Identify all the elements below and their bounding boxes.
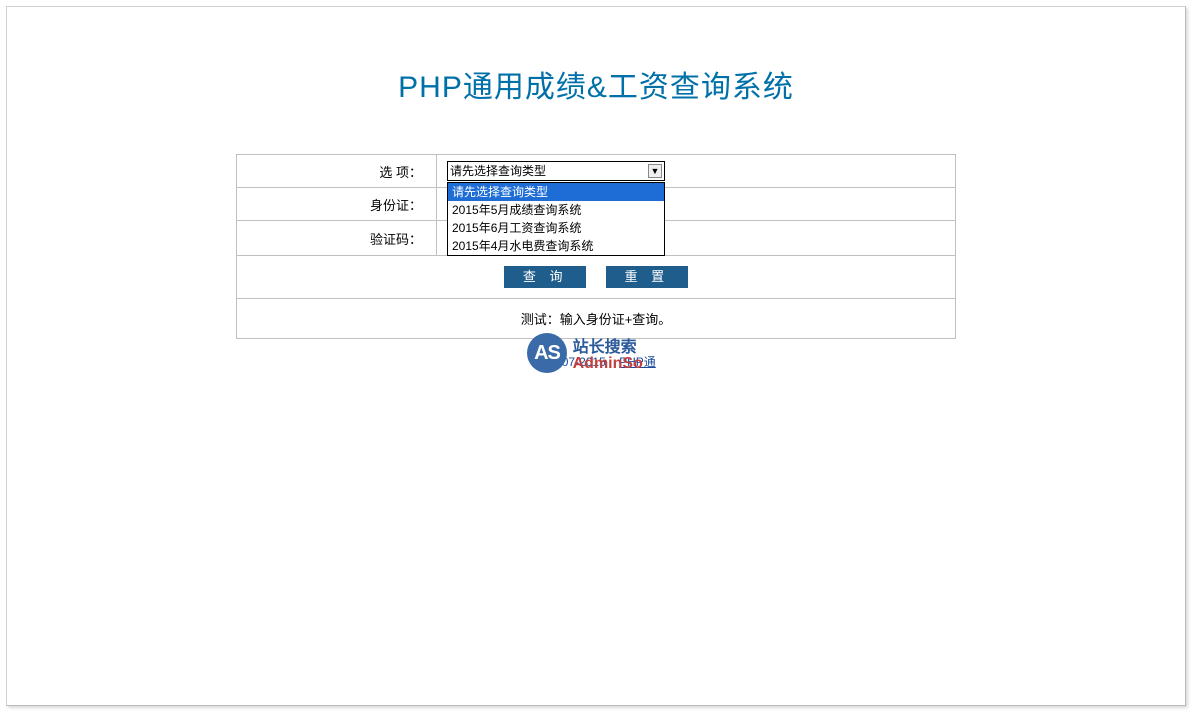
footer-link[interactable]: PHP通	[619, 355, 656, 369]
footer: © 2007-2015 PHP通	[7, 339, 1185, 370]
dropdown-option[interactable]: 2015年6月工资查询系统	[448, 219, 664, 237]
page-title-wrap: PHP通用成绩&工资查询系统	[7, 7, 1185, 136]
query-type-select[interactable]: 请先选择查询类型 ▼	[447, 161, 665, 181]
dropdown-option[interactable]: 2015年5月成绩查询系统	[448, 201, 664, 219]
row-buttons: 查 询 重 置	[237, 256, 956, 299]
option-label: 选 项：	[237, 155, 437, 188]
captcha-label: 验证码：	[237, 221, 437, 256]
query-button[interactable]: 查 询	[504, 266, 586, 288]
query-type-dropdown: 请先选择查询类型 2015年5月成绩查询系统 2015年6月工资查询系统 201…	[447, 182, 665, 256]
id-label: 身份证：	[237, 188, 437, 221]
row-option: 选 项： 请先选择查询类型 ▼ 请先选择查询类型 2015年5月成绩查询系统 2…	[237, 155, 956, 188]
select-value: 请先选择查询类型	[450, 164, 546, 178]
query-form-table: 选 项： 请先选择查询类型 ▼ 请先选择查询类型 2015年5月成绩查询系统 2…	[236, 154, 956, 339]
chevron-down-icon: ▼	[648, 164, 662, 178]
buttons-cell: 查 询 重 置	[237, 256, 956, 299]
copyright-text: © 2007-2015	[536, 355, 606, 369]
hint-text: 测试：输入身份证+查询。	[237, 299, 956, 339]
dropdown-option[interactable]: 2015年4月水电费查询系统	[448, 237, 664, 255]
page-container: PHP通用成绩&工资查询系统 选 项： 请先选择查询类型 ▼ 请先选择查询类型 …	[6, 6, 1186, 706]
option-cell: 请先选择查询类型 ▼ 请先选择查询类型 2015年5月成绩查询系统 2015年6…	[437, 155, 956, 188]
page-title: PHP通用成绩&工资查询系统	[7, 62, 1185, 106]
row-hint: 测试：输入身份证+查询。	[237, 299, 956, 339]
dropdown-option[interactable]: 请先选择查询类型	[448, 183, 664, 201]
reset-button[interactable]: 重 置	[606, 266, 688, 288]
